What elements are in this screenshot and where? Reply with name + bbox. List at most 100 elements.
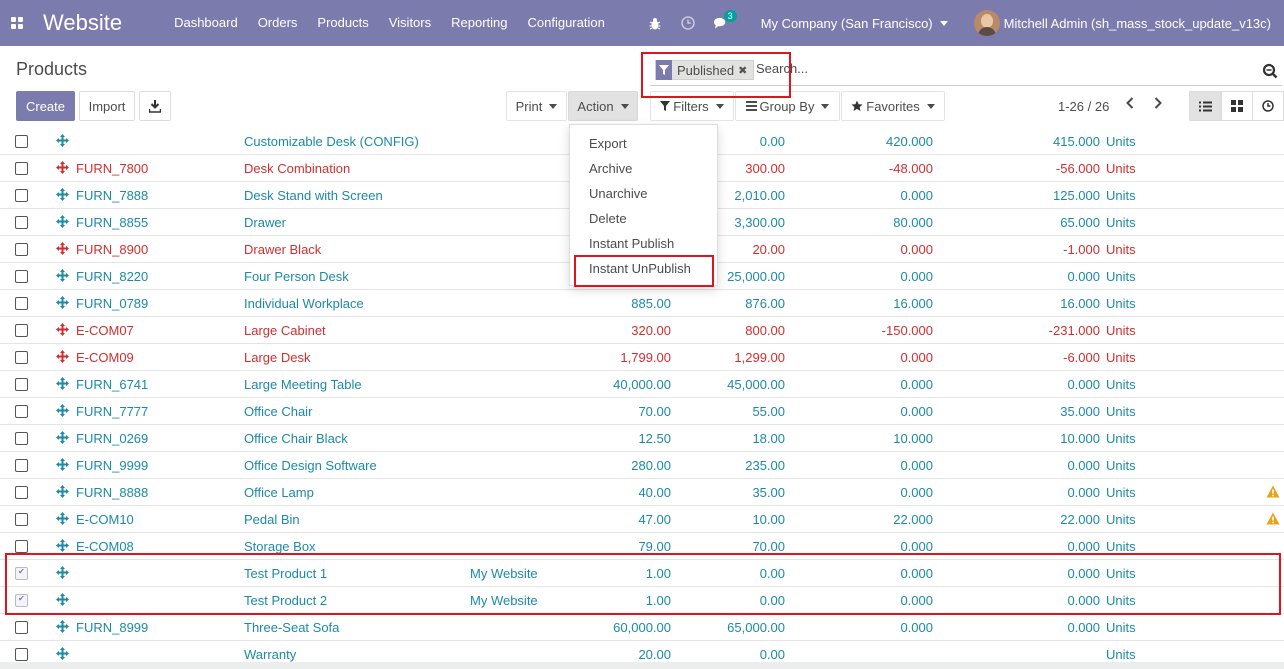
clock-icon[interactable] [680, 16, 695, 30]
table-row[interactable]: FURN_0789 Individual Workplace 885.00 876.0… [0, 290, 1284, 317]
action-archive[interactable]: Archive [589, 161, 632, 176]
menu-configuration[interactable]: Configuration [518, 0, 615, 46]
row-checkbox[interactable] [15, 162, 28, 175]
drag-handle-icon[interactable] [56, 539, 69, 555]
drag-handle-icon[interactable] [56, 431, 69, 447]
drag-handle-icon[interactable] [56, 620, 69, 636]
row-checkbox[interactable] [15, 297, 28, 310]
drag-handle-icon[interactable] [56, 350, 69, 366]
action-export[interactable]: Export [589, 136, 627, 151]
cell-unit-of-measure: Units [1106, 404, 1136, 419]
drag-handle-icon[interactable] [56, 647, 69, 663]
cell-internal-reference: FURN_0269 [76, 431, 149, 446]
action-unarchive[interactable]: Unarchive [589, 186, 648, 201]
table-row[interactable]: FURN_9999 Office Design Software 280.00 235… [0, 452, 1284, 479]
company-switcher[interactable]: My Company (San Francisco) [761, 16, 948, 31]
row-checkbox[interactable] [15, 243, 28, 256]
table-row[interactable]: E-COM10 Pedal Bin 47.00 10.00 22.000 22.000 Un… [0, 506, 1284, 533]
search-facet-published[interactable]: Published ✖ [655, 60, 755, 80]
action-instant-publish[interactable]: Instant Publish [589, 236, 674, 251]
drag-handle-icon[interactable] [56, 485, 69, 501]
row-checkbox[interactable] [15, 189, 28, 202]
cell-quantity-on-hand: 10.000 [893, 431, 933, 446]
menu-products[interactable]: Products [307, 0, 378, 46]
row-checkbox[interactable] [15, 432, 28, 445]
menu-reporting[interactable]: Reporting [441, 0, 517, 46]
drag-handle-icon[interactable] [56, 296, 69, 312]
avatar[interactable] [973, 10, 1000, 36]
pager-value[interactable]: 1-26 / 26 [1058, 99, 1109, 114]
cell-quantity-on-hand: 0.000 [900, 188, 933, 203]
filters-dropdown[interactable]: Filters [650, 91, 734, 121]
import-button[interactable]: Import [79, 91, 135, 121]
cell-forecasted-quantity: 10.000 [1060, 431, 1100, 446]
table-row[interactable]: Test Product 2My Website1.000.000.0000.0… [0, 587, 1284, 614]
row-checkbox[interactable] [15, 135, 28, 148]
menu-visitors[interactable]: Visitors [379, 0, 441, 46]
row-checkbox[interactable] [15, 270, 28, 283]
create-button[interactable]: Create [16, 91, 75, 121]
drag-handle-icon[interactable] [56, 323, 69, 339]
table-row[interactable]: FURN_8999 Three-Seat Sofa 60,000.00 65,000.… [0, 614, 1284, 641]
table-row[interactable]: Test Product 1My Website1.000.000.0000.0… [0, 560, 1284, 587]
drag-handle-icon[interactable] [56, 404, 69, 420]
download-button[interactable] [139, 91, 171, 121]
table-row[interactable]: FURN_0269 Office Chair Black 12.50 18.00 10.… [0, 425, 1284, 452]
row-checkbox[interactable] [15, 648, 28, 661]
row-checkbox[interactable] [15, 513, 28, 526]
drag-handle-icon[interactable] [56, 188, 69, 204]
group-by-dropdown[interactable]: Group By [735, 91, 840, 121]
favorites-dropdown[interactable]: Favorites [841, 91, 945, 121]
kanban-view-button[interactable] [1221, 91, 1253, 121]
table-row[interactable]: E-COM09 Large Desk 1,799.00 1,299.00 0.000 -6… [0, 344, 1284, 371]
drag-handle-icon[interactable] [56, 269, 69, 285]
drag-handle-icon[interactable] [56, 458, 69, 474]
print-dropdown[interactable]: Print [506, 91, 567, 121]
row-checkbox[interactable] [15, 378, 28, 391]
table-row[interactable]: FURN_7777 Office Chair 70.00 55.00 0.000 35.0… [0, 398, 1284, 425]
search-icon[interactable] [1262, 63, 1278, 82]
messages-icon[interactable]: 3 [713, 10, 737, 30]
drag-handle-icon[interactable] [56, 566, 69, 582]
row-checkbox[interactable] [15, 540, 28, 553]
warning-icon [1266, 485, 1280, 501]
action-instant-unpublish[interactable]: Instant UnPublish [589, 261, 691, 276]
bug-icon[interactable] [648, 16, 662, 30]
row-checkbox[interactable] [15, 567, 28, 580]
row-checkbox[interactable] [15, 216, 28, 229]
list-view-button[interactable] [1189, 91, 1221, 121]
action-dropdown[interactable]: Action [568, 91, 638, 121]
drag-handle-icon[interactable] [56, 377, 69, 393]
cell-quantity-on-hand: -48.000 [888, 161, 933, 176]
activity-view-button[interactable] [1252, 91, 1284, 121]
row-checkbox[interactable] [15, 351, 28, 364]
action-delete[interactable]: Delete [589, 211, 627, 226]
pager-next-icon[interactable] [1153, 96, 1163, 115]
row-checkbox[interactable] [15, 324, 28, 337]
menu-orders[interactable]: Orders [248, 0, 308, 46]
drag-handle-icon[interactable] [56, 161, 69, 177]
table-row[interactable]: FURN_8888 Office Lamp 40.00 35.00 0.000 0.000… [0, 479, 1284, 506]
search-input[interactable] [756, 61, 1246, 76]
drag-handle-icon[interactable] [56, 134, 69, 150]
row-checkbox[interactable] [15, 486, 28, 499]
cell-internal-reference: FURN_8220 [76, 269, 149, 284]
table-row[interactable]: FURN_6741 Large Meeting Table 40,000.00 45,… [0, 371, 1284, 398]
remove-facet-icon[interactable]: ✖ [738, 64, 750, 77]
drag-handle-icon[interactable] [56, 242, 69, 258]
user-menu[interactable]: Mitchell Admin (sh_mass_stock_update_v13… [1004, 16, 1271, 31]
pager-previous-icon[interactable] [1125, 96, 1135, 115]
drag-handle-icon[interactable] [56, 593, 69, 609]
row-checkbox[interactable] [15, 621, 28, 634]
table-row[interactable]: E-COM07 Large Cabinet 320.00 800.00 -150.000… [0, 317, 1284, 344]
row-checkbox[interactable] [15, 405, 28, 418]
table-row[interactable]: E-COM08 Storage Box 79.00 70.00 0.000 0.000 Un… [0, 533, 1284, 560]
row-checkbox[interactable] [15, 594, 28, 607]
row-checkbox[interactable] [15, 459, 28, 472]
menu-dashboard[interactable]: Dashboard [164, 0, 248, 46]
cell-cost: 0.00 [759, 593, 785, 608]
cell-unit-of-measure: Units [1106, 566, 1136, 581]
drag-handle-icon[interactable] [56, 512, 69, 528]
apps-menu-icon[interactable] [11, 17, 23, 29]
drag-handle-icon[interactable] [56, 215, 69, 231]
